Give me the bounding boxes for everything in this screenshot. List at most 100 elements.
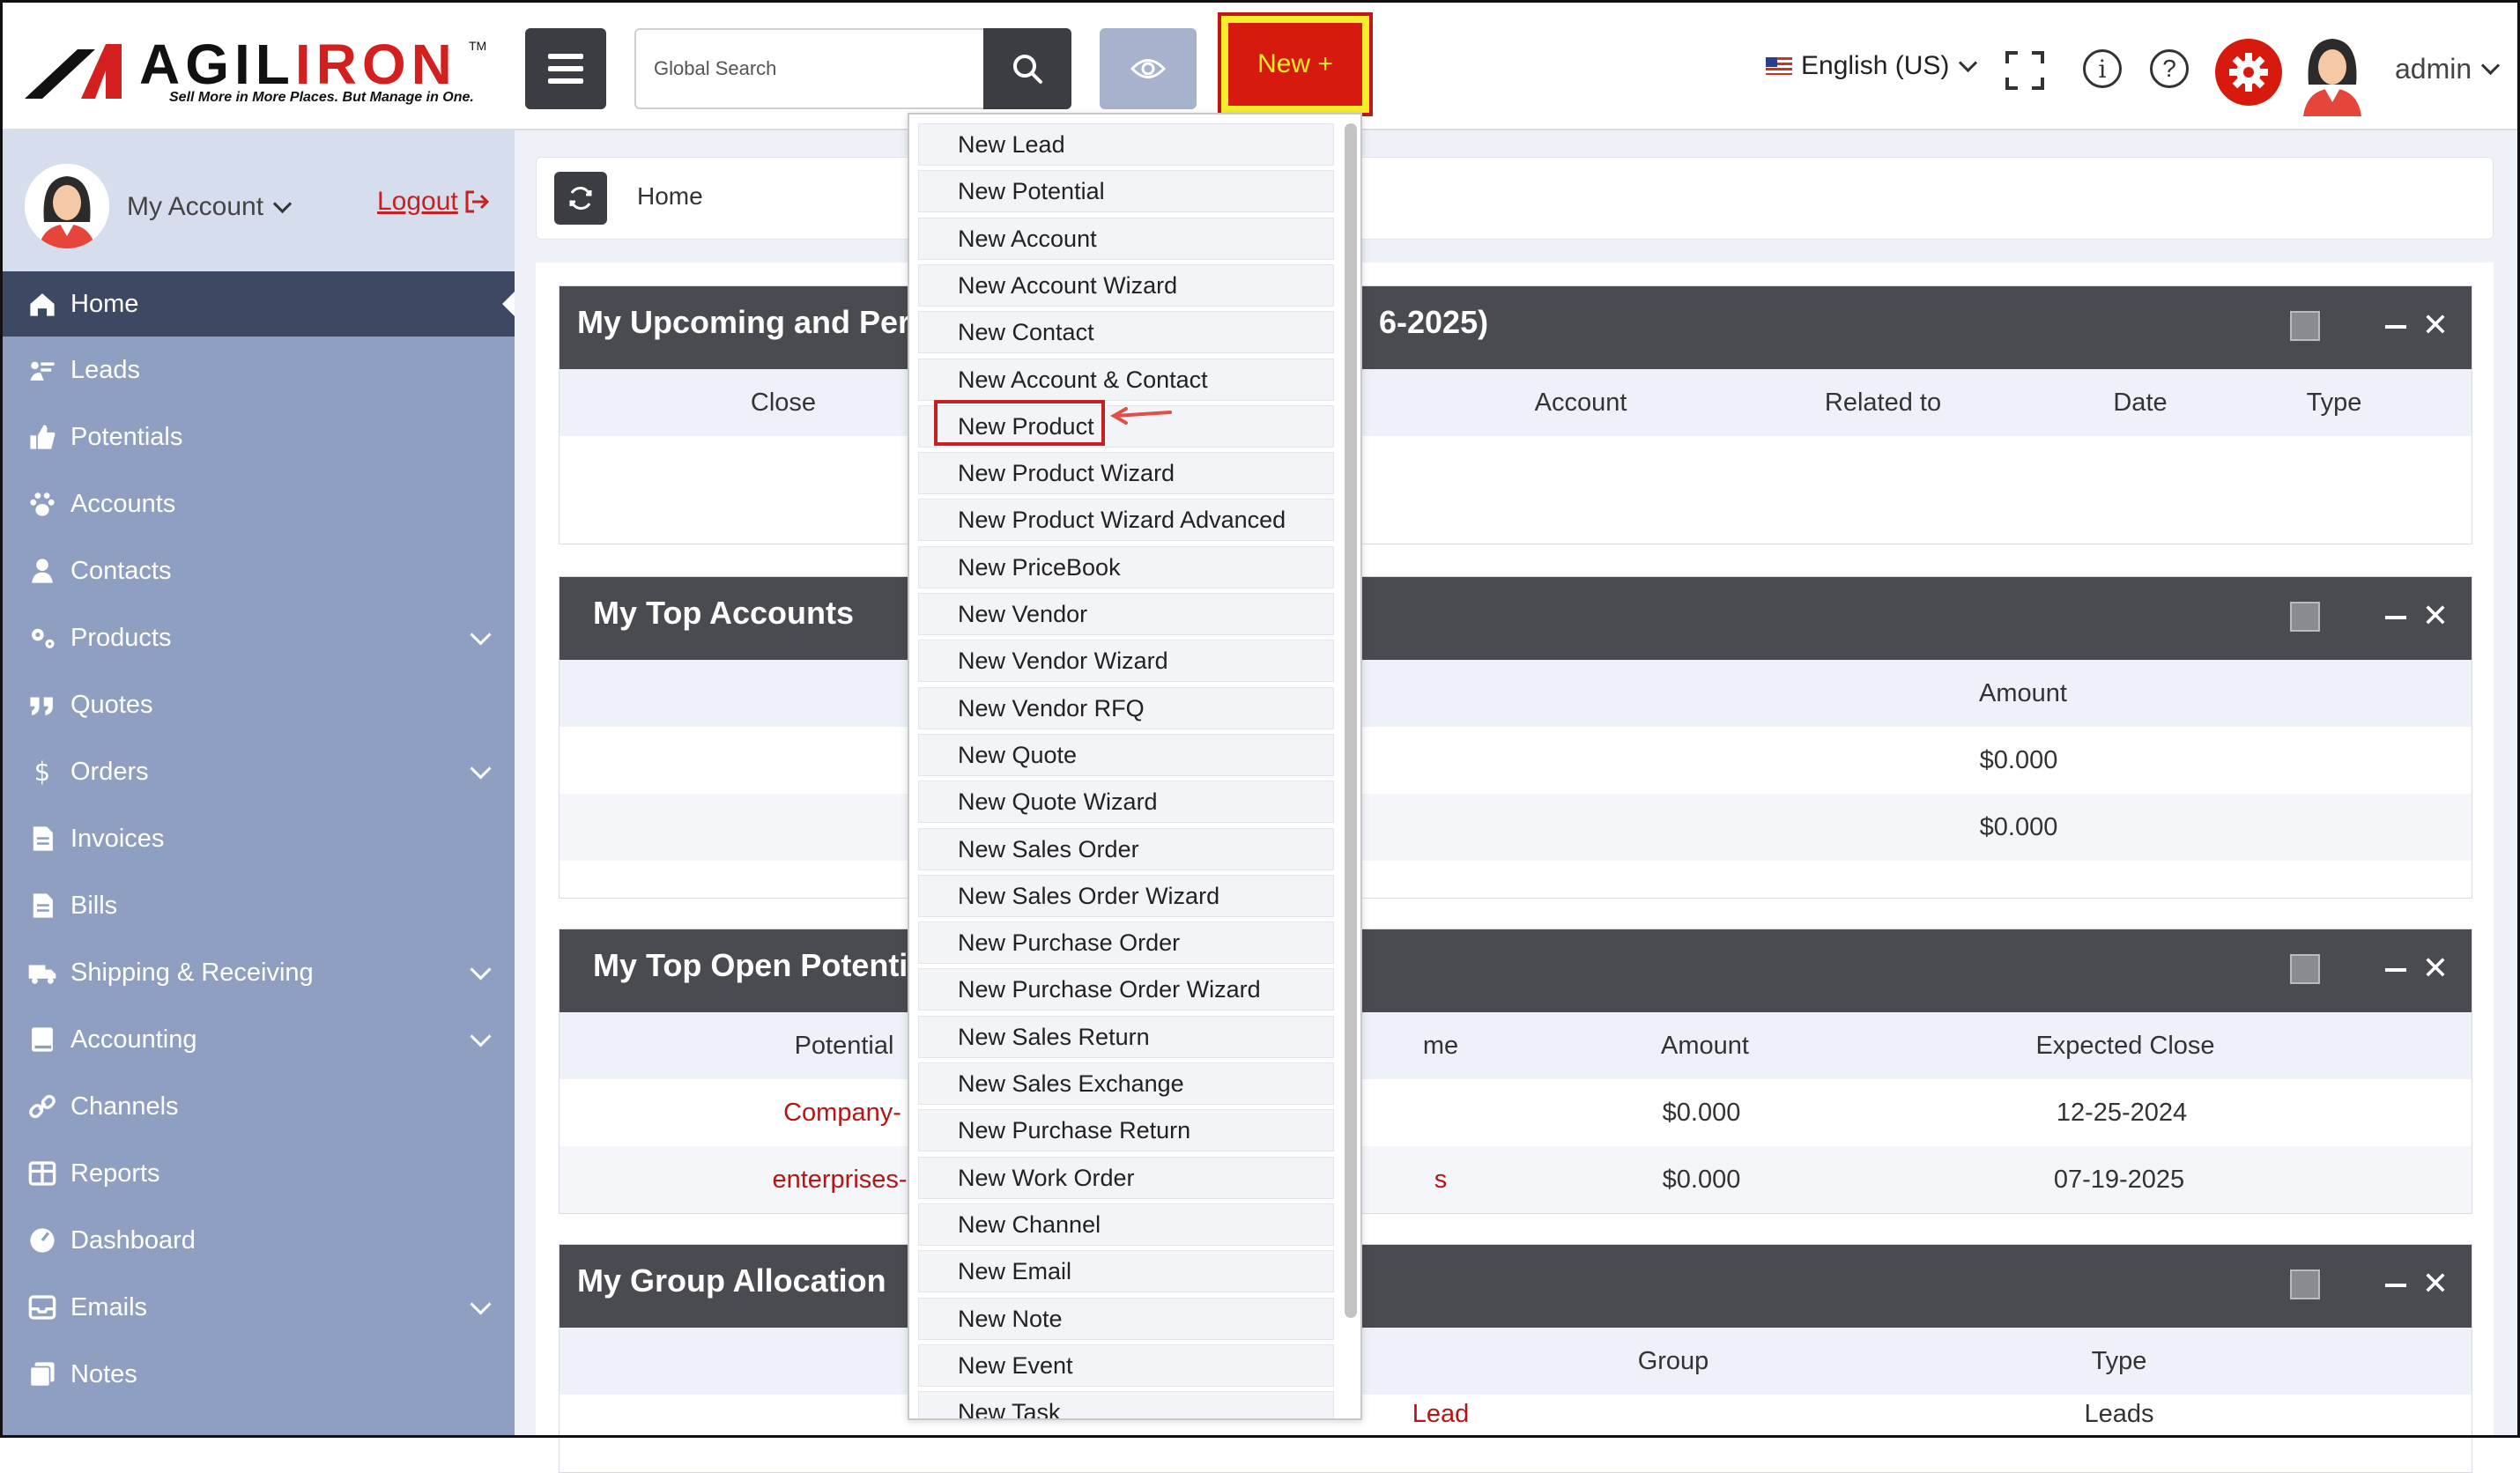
column-header[interactable]: Amount [1661,1032,1749,1061]
menu-item-new-vendor-rfq[interactable]: New Vendor RFQ [918,686,1334,729]
menu-item-new-purchase-return[interactable]: New Purchase Return [918,1109,1334,1152]
widget-minimize-button[interactable] [2385,1284,2406,1287]
column-header[interactable]: Group [1638,1347,1709,1376]
column-header[interactable]: Type [2092,1347,2147,1376]
menu-item-new-sales-exchange[interactable]: New Sales Exchange [918,1062,1334,1105]
column-header[interactable]: Related to [1825,389,1941,418]
sidebar-item-bills[interactable]: Bills [0,872,515,939]
menu-item-new-quote-wizard[interactable]: New Quote Wizard [918,781,1334,824]
widget-maximize-button[interactable] [2290,311,2320,341]
name-link[interactable]: Lead [1412,1400,1470,1429]
widget-header: My Group Allocation ✕ [560,1245,2472,1328]
sidebar-item-channels[interactable]: Channels [0,1073,515,1140]
potential-link[interactable]: Company- [783,1099,901,1128]
widget-maximize-button[interactable] [2290,1269,2320,1299]
menu-item-new-product-wizard[interactable]: New Product Wizard [918,452,1334,495]
global-search-input[interactable] [636,30,985,107]
widget-close-button[interactable]: ✕ [2422,951,2449,986]
leads-icon [25,352,60,388]
info-icon[interactable]: i [2083,49,2122,88]
widget-minimize-button[interactable] [2385,325,2406,329]
menu-item-new-lead[interactable]: New Lead [918,123,1334,166]
hamburger-menu-button[interactable] [525,28,606,109]
sidebar-item-leads[interactable]: Leads [0,337,515,403]
menu-item-new-note[interactable]: New Note [918,1297,1334,1340]
sidebar-item-quotes[interactable]: Quotes [0,671,515,738]
search-button[interactable] [983,28,1071,109]
menu-item-new-vendor-wizard[interactable]: New Vendor Wizard [918,640,1334,683]
chevron-down-icon[interactable] [470,624,492,646]
widget-maximize-button[interactable] [2290,954,2320,984]
sidebar-item-shipping-receiving[interactable]: Shipping & Receiving [0,939,515,1006]
account-link[interactable]: s [1434,1166,1448,1195]
column-header[interactable]: Amount [1979,679,2067,708]
menu-item-new-product-wizard-advanced[interactable]: New Product Wizard Advanced [918,499,1334,542]
sidebar-item-contacts[interactable]: Contacts [0,537,515,604]
menu-item-new-sales-return[interactable]: New Sales Return [918,1015,1334,1058]
menu-item-new-purchase-order-wizard[interactable]: New Purchase Order Wizard [918,968,1334,1011]
logout-link[interactable]: Logout [377,187,490,217]
sidebar-item-accounting[interactable]: Accounting [0,1006,515,1073]
refresh-button[interactable] [554,172,607,225]
chevron-down-icon[interactable] [470,758,492,780]
column-header[interactable]: Date [2113,389,2167,418]
menu-item-new-account[interactable]: New Account [918,217,1334,260]
column-header[interactable]: Type [2307,389,2362,418]
menu-item-new-account-and-contact[interactable]: New Account & Contact [918,358,1334,401]
chevron-down-icon[interactable] [470,959,492,981]
menu-item-new-task[interactable]: New Task [918,1391,1334,1418]
logo-wordmark: AGILIRON [139,33,457,96]
help-icon[interactable]: ? [2150,49,2189,88]
global-search-field[interactable] [634,28,985,109]
agiliron-logo[interactable]: AGILIRON TM Sell More in More Places. Bu… [25,33,486,106]
menu-item-new-vendor[interactable]: New Vendor [918,593,1334,635]
menu-item-new-account-wizard[interactable]: New Account Wizard [918,263,1334,307]
my-account-menu[interactable]: My Account [127,192,293,222]
column-header[interactable]: Potential [795,1032,894,1061]
sidebar-item-reports[interactable]: Reports [0,1140,515,1207]
admin-avatar[interactable] [2298,32,2367,116]
menu-item-new-channel[interactable]: New Channel [918,1203,1334,1246]
menu-item-new-event[interactable]: New Event [918,1343,1334,1387]
menu-item-new-purchase-order[interactable]: New Purchase Order [918,922,1334,965]
menu-item-new-work-order[interactable]: New Work Order [918,1156,1334,1199]
preview-toggle-button[interactable] [1100,28,1197,109]
fullscreen-icon[interactable] [2005,51,2044,90]
chevron-down-icon[interactable] [470,1293,492,1315]
admin-user-menu[interactable]: admin [2395,53,2501,85]
widget-close-button[interactable]: ✕ [2422,598,2449,633]
menu-item-new-potential[interactable]: New Potential [918,170,1334,213]
table-row: Lead Leads [560,1395,2472,1462]
sidebar-item-emails[interactable]: Emails [0,1274,515,1341]
potential-link[interactable]: enterprises- [772,1166,907,1195]
settings-button[interactable] [2215,39,2282,106]
menu-item-new-pricebook[interactable]: New PriceBook [918,545,1334,588]
menu-item-new-sales-order[interactable]: New Sales Order [918,827,1334,870]
widget-minimize-button[interactable] [2385,968,2406,972]
menu-item-new-contact[interactable]: New Contact [918,311,1334,354]
sidebar-item-products[interactable]: Products [0,604,515,671]
column-header[interactable]: me [1423,1032,1458,1061]
new-button[interactable]: New + [1228,23,1362,106]
column-header[interactable]: Account [1535,389,1627,418]
menu-item-new-sales-order-wizard[interactable]: New Sales Order Wizard [918,874,1334,917]
sidebar-item-potentials[interactable]: Potentials [0,403,515,470]
dropdown-scrollbar[interactable] [1345,123,1357,1318]
sidebar-item-orders[interactable]: $ Orders [0,738,515,805]
sidebar-item-invoices[interactable]: Invoices [0,805,515,872]
sidebar-item-notes[interactable]: Notes [0,1341,515,1408]
column-header[interactable]: Close [751,389,816,418]
chevron-down-icon[interactable] [470,1025,492,1047]
menu-item-new-quote[interactable]: New Quote [918,733,1334,776]
breadcrumb-home[interactable]: Home [637,182,703,211]
language-selector[interactable]: English (US) [1766,51,1978,81]
sidebar-item-dashboard[interactable]: Dashboard [0,1207,515,1274]
widget-close-button[interactable]: ✕ [2422,307,2449,343]
sidebar-item-home[interactable]: Home [0,271,515,337]
column-header[interactable]: Expected Close [2035,1032,2214,1061]
widget-minimize-button[interactable] [2385,616,2406,619]
widget-maximize-button[interactable] [2290,602,2320,632]
sidebar-item-accounts[interactable]: Accounts [0,470,515,537]
menu-item-new-email[interactable]: New Email [918,1250,1334,1293]
widget-close-button[interactable]: ✕ [2422,1266,2449,1301]
